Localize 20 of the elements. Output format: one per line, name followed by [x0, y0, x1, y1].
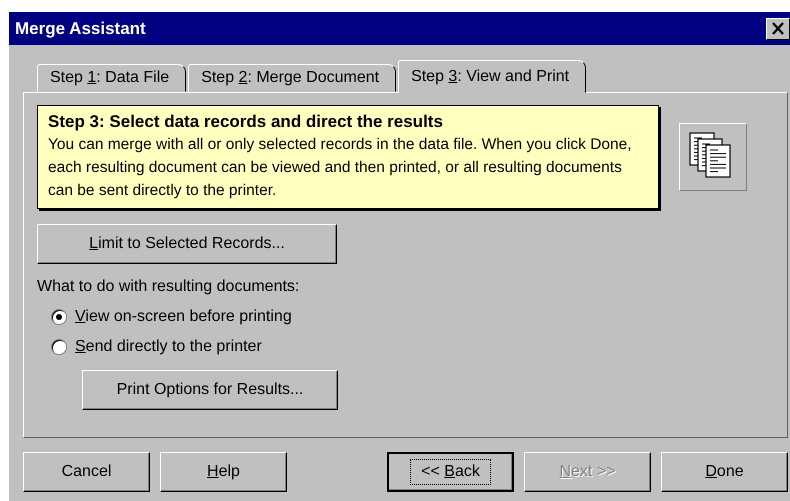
window-title: Merge Assistant	[15, 18, 146, 38]
close-icon	[771, 22, 785, 35]
dialog-button[interactable]: Help	[160, 452, 287, 492]
documents-icon	[679, 123, 747, 191]
limit-records-button[interactable]: Limit to Selected Records...	[37, 224, 337, 264]
radio-option[interactable]: View on-screen before printing	[51, 302, 292, 332]
tab[interactable]: Step 3: View and Print	[398, 60, 586, 93]
radio-button[interactable]	[51, 339, 67, 355]
step-heading: Step 3: Select data records and direct the results	[48, 111, 444, 133]
dialog-button[interactable]: << Back	[387, 452, 514, 492]
tab[interactable]: Step 2: Merge Document	[188, 64, 396, 92]
tab[interactable]: Step 1: Data File	[37, 64, 186, 92]
radio-option[interactable]: Send directly to the printer	[51, 332, 262, 362]
step-description: You can merge with all or only selected records in the data file. When you click Done, each resulting document can be viewed and then printed, or all resulting documents can be sent directly to the printer.	[48, 135, 633, 201]
print-options-button[interactable]: Print Options for Results...	[82, 370, 338, 410]
group-label: What to do with resulting documents:	[37, 278, 300, 296]
radio-button[interactable]	[51, 309, 67, 325]
dialog-button[interactable]: Done	[661, 452, 788, 492]
dialog-button[interactable]: Cancel	[23, 452, 150, 492]
close-button[interactable]	[766, 18, 790, 40]
